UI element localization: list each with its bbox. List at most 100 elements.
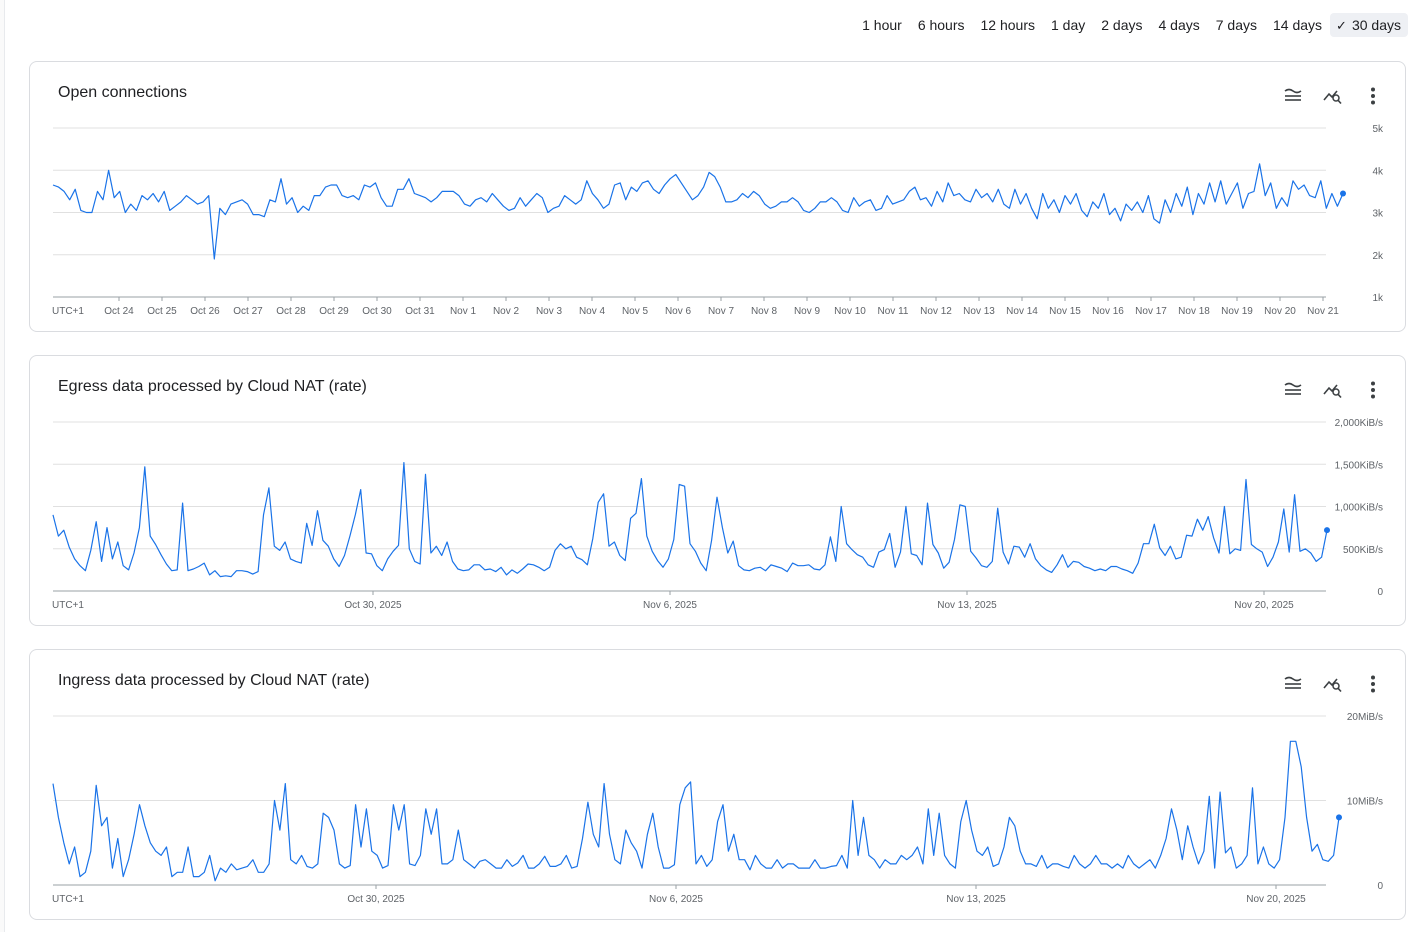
x-tick-label: Oct 25 <box>147 306 177 317</box>
time-range-4-days[interactable]: 4 days <box>1151 13 1208 37</box>
chart-card-open-connections: 1k 2k 3k 4k 5k UTC+1 Oct 24 Oct 25 Oct 26 Oct 27 O… <box>29 61 1406 332</box>
x-tick-label: Oct 28 <box>276 306 306 317</box>
explore-icon[interactable] <box>1321 378 1345 402</box>
time-range-7-days[interactable]: 7 days <box>1208 13 1265 37</box>
left-sidebar-edge <box>0 0 5 932</box>
y-tick-label: 1,000KiB/s <box>1335 503 1383 514</box>
more-vert-icon[interactable] <box>1361 378 1385 402</box>
x-tick-label: Nov 13, 2025 <box>946 894 1006 905</box>
x-tick-label: Nov 20, 2025 <box>1234 600 1294 611</box>
last-value-point <box>1340 190 1346 197</box>
time-range-label: 30 days <box>1351 17 1401 33</box>
last-value-point <box>1336 814 1342 821</box>
chart-title: Open connections <box>58 84 187 101</box>
time-range-label: 1 hour <box>862 17 902 33</box>
chart-actions <box>1281 378 1385 402</box>
x-tick-label: Nov 16 <box>1092 306 1124 317</box>
time-range-1-hour[interactable]: 1 hour <box>854 13 910 37</box>
time-range-30-days[interactable]: ✓ 30 days <box>1330 13 1408 37</box>
x-tick-label: Nov 7 <box>708 306 735 317</box>
x-tick-label: Nov 6 <box>665 306 692 317</box>
y-tick-label: 2k <box>1372 251 1384 262</box>
x-tick-label: Nov 11 <box>878 306 909 317</box>
chart-actions <box>1281 672 1385 696</box>
x-tick-label: Nov 20 <box>1264 306 1296 317</box>
chart-egress: 0 500KiB/s 1,000KiB/s 1,500KiB/s 2,000KiB/s U… <box>52 418 1383 611</box>
legend-icon[interactable] <box>1281 672 1305 696</box>
explore-icon[interactable] <box>1321 84 1345 108</box>
time-range-label: 2 days <box>1101 17 1143 33</box>
x-tick-label: Nov 3 <box>536 306 563 317</box>
time-range-selector: 1 hour 6 hours 12 hours 1 day 2 days 4 days 7 … <box>854 12 1408 38</box>
time-range-6-hours[interactable]: 6 hours <box>910 13 973 37</box>
time-range-1-day[interactable]: 1 day <box>1043 13 1093 37</box>
time-range-label: 1 day <box>1051 17 1086 33</box>
legend-icon[interactable] <box>1281 84 1305 108</box>
chart-title: Ingress data processed by Cloud NAT (rat… <box>58 672 370 689</box>
series-line <box>52 163 1344 260</box>
x-tick-label: Nov 15 <box>1049 306 1081 317</box>
y-tick-label: 3k <box>1372 209 1384 220</box>
chart-actions <box>1281 84 1385 108</box>
y-tick-label: 20MiB/s <box>1347 712 1383 723</box>
x-tick-label: Nov 12 <box>920 306 952 317</box>
y-tick-label: 10MiB/s <box>1347 797 1383 808</box>
x-tick-label: Nov 13, 2025 <box>937 600 997 611</box>
series-line <box>52 740 1340 882</box>
y-tick-label: 500KiB/s <box>1343 545 1383 556</box>
chart-ingress: 0 10MiB/s 20MiB/s UTC+1 Oct 30, 2025 Nov 6, 2… <box>52 712 1383 905</box>
explore-icon[interactable] <box>1321 672 1345 696</box>
x-tick-label: Nov 6, 2025 <box>643 600 697 611</box>
more-vert-icon[interactable] <box>1361 84 1385 108</box>
chart-open-connections: 1k 2k 3k 4k 5k UTC+1 Oct 24 Oct 25 Oct 26 Oct 27 O… <box>52 124 1384 317</box>
x-tick-label: Oct 31 <box>405 306 435 317</box>
x-tick-label: Nov 17 <box>1135 306 1167 317</box>
y-tick-label: 0 <box>1377 587 1383 598</box>
x-tick-label: Nov 9 <box>794 306 821 317</box>
x-tick-label: Nov 4 <box>579 306 606 317</box>
x-tick-label: Nov 20, 2025 <box>1246 894 1306 905</box>
x-tick-label: Oct 27 <box>233 306 263 317</box>
chart-card-ingress: 0 10MiB/s 20MiB/s UTC+1 Oct 30, 2025 Nov 6, 2… <box>29 649 1406 920</box>
chart-title: Egress data processed by Cloud NAT (rate… <box>58 378 367 395</box>
y-tick-label: 0 <box>1377 881 1383 892</box>
time-range-2-days[interactable]: 2 days <box>1093 13 1150 37</box>
x-tick-label: Nov 2 <box>493 306 520 317</box>
x-tick-label: Nov 10 <box>834 306 866 317</box>
x-tick-label: Nov 19 <box>1221 306 1253 317</box>
x-tick-label: Oct 29 <box>319 306 349 317</box>
x-tick-label: Nov 6, 2025 <box>649 894 703 905</box>
x-tick-label: Nov 13 <box>963 306 995 317</box>
y-tick-label: 1,500KiB/s <box>1335 460 1383 471</box>
timezone-label: UTC+1 <box>52 306 84 317</box>
time-range-label: 4 days <box>1158 17 1200 33</box>
x-tick-label: Nov 14 <box>1006 306 1038 317</box>
y-tick-label: 5k <box>1372 124 1384 135</box>
chart-card-egress: 0 500KiB/s 1,000KiB/s 1,500KiB/s 2,000KiB/s U… <box>29 355 1406 626</box>
timezone-label: UTC+1 <box>52 894 84 905</box>
x-tick-label: Oct 26 <box>190 306 220 317</box>
time-range-label: 6 hours <box>917 17 965 33</box>
x-tick-label: Nov 21 <box>1307 306 1339 317</box>
time-range-label: 7 days <box>1215 17 1257 33</box>
y-tick-label: 4k <box>1372 166 1384 177</box>
x-tick-label: Nov 18 <box>1178 306 1210 317</box>
x-tick-label: Oct 30 <box>362 306 392 317</box>
time-range-label: 14 days <box>1273 17 1323 33</box>
x-tick-label: Nov 5 <box>622 306 649 317</box>
y-tick-label: 2,000KiB/s <box>1335 418 1383 429</box>
more-vert-icon[interactable] <box>1361 672 1385 696</box>
time-range-14-days[interactable]: 14 days <box>1265 13 1330 37</box>
x-tick-label: Oct 30, 2025 <box>347 894 405 905</box>
timezone-label: UTC+1 <box>52 600 84 611</box>
check-icon: ✓ <box>1336 18 1347 33</box>
x-tick-label: Nov 8 <box>751 306 778 317</box>
y-tick-label: 1k <box>1372 293 1384 304</box>
time-range-12-hours[interactable]: 12 hours <box>973 13 1043 37</box>
x-tick-label: Oct 30, 2025 <box>344 600 402 611</box>
series-line <box>52 461 1328 578</box>
x-tick-label: Oct 24 <box>104 306 134 317</box>
time-range-label: 12 hours <box>980 17 1035 33</box>
last-value-point <box>1324 527 1330 534</box>
legend-icon[interactable] <box>1281 378 1305 402</box>
